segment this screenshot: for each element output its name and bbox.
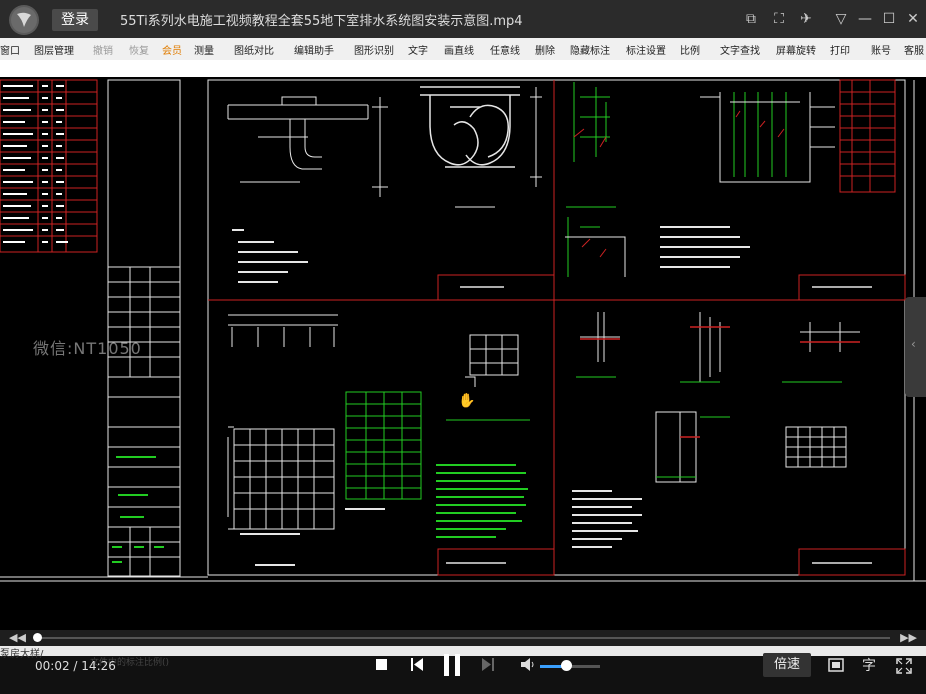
pause-icon[interactable] xyxy=(443,654,461,676)
menu-edit-assistant[interactable]: 编辑助手 xyxy=(294,42,334,57)
side-panel-tab[interactable]: ‹ xyxy=(905,297,926,397)
app-logo-icon xyxy=(9,5,39,35)
close-icon[interactable]: ✕ xyxy=(904,10,922,28)
menu-shape-recognition[interactable]: 图形识别 xyxy=(354,42,394,57)
fullscreen-icon[interactable] xyxy=(896,658,912,674)
video-watermark: 微信:NT1050 xyxy=(33,339,142,358)
menu-member[interactable]: 会员 xyxy=(162,42,182,57)
menu-delete[interactable]: 删除 xyxy=(535,42,555,57)
caption-text: 泵房大样/ xyxy=(0,649,44,660)
speed-button[interactable]: 倍速 xyxy=(763,653,811,677)
total-time: 14:26 xyxy=(81,659,116,673)
progress-track[interactable] xyxy=(35,637,890,639)
fast-forward-icon[interactable]: ▶▶ xyxy=(900,631,917,644)
maximize-icon[interactable]: ☐ xyxy=(880,10,898,28)
menu-annotation-settings[interactable]: 标注设置 xyxy=(626,42,666,57)
current-time: 00:02 xyxy=(35,659,70,673)
title-bar: 登录 55Ti系列水电施工视频教程全套55地下室排水系统图安装示意图.mp4 ⧉… xyxy=(0,0,926,38)
menu-undo[interactable]: 撤销 xyxy=(93,42,113,57)
previous-icon[interactable] xyxy=(411,658,423,671)
volume-knob[interactable] xyxy=(561,660,572,671)
minimize-icon[interactable]: — xyxy=(856,10,874,28)
menu-support[interactable]: 客服 xyxy=(904,42,924,57)
menu-drawing-compare[interactable]: 图纸对比 xyxy=(234,42,274,57)
pin-icon[interactable]: ✈ xyxy=(797,10,815,28)
time-separator: / xyxy=(73,659,78,673)
menu-layer-manager[interactable]: 图层管理 xyxy=(34,42,74,57)
volume-icon[interactable] xyxy=(521,658,535,671)
menu-rotate-screen[interactable]: 屏幕旋转 xyxy=(776,42,816,57)
collapse-icon[interactable]: ▽ xyxy=(832,10,850,28)
menu-text[interactable]: 文字 xyxy=(408,42,428,57)
menu-draw-line[interactable]: 画直线 xyxy=(444,42,474,57)
subtitle-button[interactable]: 字 xyxy=(862,655,876,675)
menu-hide-annotation[interactable]: 隐藏标注 xyxy=(570,42,610,57)
chevron-left-icon: ‹ xyxy=(911,337,916,351)
menu-measure[interactable]: 测量 xyxy=(194,42,214,57)
window-title: 55Ti系列水电施工视频教程全套55地下室排水系统图安装示意图.mp4 xyxy=(120,14,523,29)
menu-bar: 窗口 图层管理 撤销 恢复 会员 测量 图纸对比 编辑助手 图形识别 文字 画直… xyxy=(0,38,926,61)
next-icon[interactable] xyxy=(482,658,494,671)
seek-row: ◀◀ ▶▶ xyxy=(0,630,926,646)
login-button[interactable]: 登录 xyxy=(52,9,98,31)
hand-cursor-icon: ✋ xyxy=(458,393,476,409)
menu-account[interactable]: 账号 xyxy=(871,42,891,57)
screenshot-icon[interactable]: ⧉ xyxy=(742,10,760,28)
menu-window[interactable]: 窗口 xyxy=(0,42,20,57)
menu-redo[interactable]: 恢复 xyxy=(129,42,149,57)
picture-in-picture-icon[interactable] xyxy=(828,658,844,672)
menu-scale[interactable]: 比例 xyxy=(680,42,700,57)
menu-print[interactable]: 打印 xyxy=(830,42,850,57)
video-frame[interactable]: 微信:NT1050 ✋ ‹ xyxy=(0,77,926,630)
rewind-icon[interactable]: ◀◀ xyxy=(9,631,26,644)
time-display: 00:02 / 14:26 xyxy=(35,659,116,673)
progress-knob[interactable] xyxy=(33,633,43,642)
menu-freeform-line[interactable]: 任意线 xyxy=(490,42,520,57)
player-controls: 泵房大样/ 文件中的标注比例() 00:02 / 14:26 倍速 字 xyxy=(0,646,926,694)
toolbar-strip xyxy=(0,60,926,77)
menu-text-search[interactable]: 文字查找 xyxy=(720,42,760,57)
fullscreen-window-icon[interactable]: ⛶ xyxy=(770,10,788,28)
stop-icon[interactable] xyxy=(376,659,387,670)
